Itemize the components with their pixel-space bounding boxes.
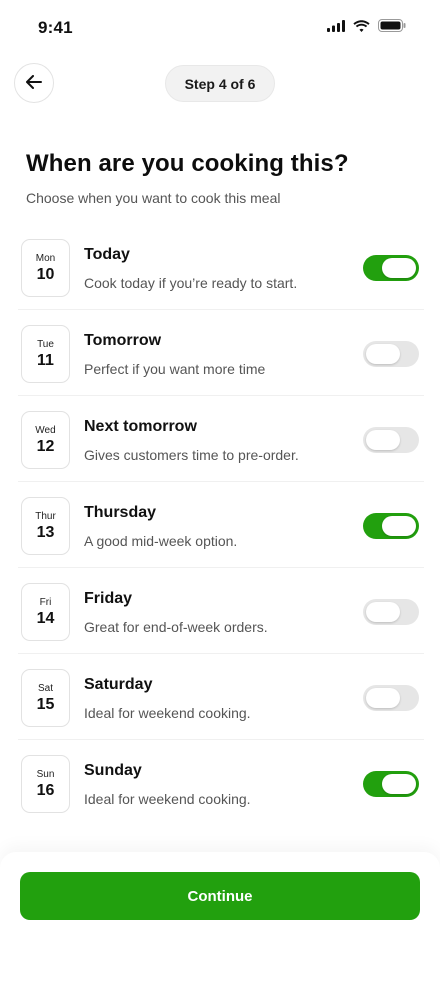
continue-button[interactable]: Continue: [20, 872, 420, 920]
battery-icon: [378, 19, 406, 37]
date-weekday: Sun: [36, 768, 55, 780]
day-description: Perfect if you want more time: [84, 361, 266, 377]
day-toggle[interactable]: [363, 513, 419, 539]
status-time: 9:41: [38, 18, 73, 37]
day-toggle[interactable]: [363, 255, 419, 281]
day-row-thursday[interactable]: Thur 13 Thursday A good mid-week option.: [18, 482, 424, 568]
date-card: Wed 12: [21, 411, 70, 469]
date-weekday: Tue: [37, 338, 54, 350]
date-number: 14: [36, 609, 55, 627]
date-number: 16: [36, 781, 55, 799]
status-icons: [327, 19, 406, 37]
day-description: Ideal for weekend cooking.: [84, 705, 251, 721]
day-description: Gives customers time to pre-order.: [84, 447, 299, 463]
date-weekday: Fri: [39, 596, 52, 608]
day-row-tomorrow[interactable]: Tue 11 Tomorrow Perfect if you want more…: [18, 310, 424, 396]
date-number: 12: [36, 437, 55, 455]
date-card: Sun 16: [21, 755, 70, 813]
date-weekday: Mon: [35, 252, 56, 264]
day-title: Today: [84, 246, 130, 263]
date-card: Tue 11: [21, 325, 70, 383]
day-list: Mon 10 Today Cook today if you’re ready …: [18, 224, 424, 826]
day-toggle[interactable]: [363, 427, 419, 453]
date-weekday: Thur: [35, 510, 56, 522]
date-weekday: Wed: [35, 424, 56, 436]
date-number: 13: [36, 523, 55, 541]
arrow-left-icon: [26, 74, 42, 92]
day-title: Sunday: [84, 762, 142, 779]
toggle-knob: [382, 516, 416, 536]
toggle-knob: [366, 344, 400, 364]
date-number: 10: [36, 265, 55, 283]
day-title: Saturday: [84, 676, 153, 693]
footer: Continue: [0, 852, 440, 984]
day-description: Great for end-of-week orders.: [84, 619, 268, 635]
date-card: Thur 13: [21, 497, 70, 555]
day-toggle[interactable]: [363, 771, 419, 797]
status-bar: 9:41: [0, 0, 440, 54]
day-row-next-tomorrow[interactable]: Wed 12 Next tomorrow Gives customers tim…: [18, 396, 424, 482]
day-toggle[interactable]: [363, 341, 419, 367]
day-title: Next tomorrow: [84, 418, 197, 435]
day-description: Cook today if you’re ready to start.: [84, 275, 298, 291]
toggle-knob: [366, 688, 400, 708]
step-indicator: Step 4 of 6: [165, 65, 275, 102]
date-card: Mon 10: [21, 239, 70, 297]
day-title: Friday: [84, 590, 133, 607]
toggle-knob: [366, 602, 400, 622]
day-description: A good mid-week option.: [84, 533, 238, 549]
day-toggle[interactable]: [363, 599, 419, 625]
day-row-saturday[interactable]: Sat 15 Saturday Ideal for weekend cookin…: [18, 654, 424, 740]
day-row-sunday[interactable]: Sun 16 Sunday Ideal for weekend cooking.: [18, 740, 424, 826]
signal-icon: [327, 19, 345, 37]
date-weekday: Sat: [37, 682, 53, 694]
date-number: 15: [36, 695, 55, 713]
wifi-icon: [353, 19, 370, 37]
date-card: Fri 14: [21, 583, 70, 641]
toggle-knob: [366, 430, 400, 450]
day-row-today[interactable]: Mon 10 Today Cook today if you’re ready …: [18, 224, 424, 310]
day-title: Tomorrow: [84, 332, 162, 349]
toggle-knob: [382, 258, 416, 278]
date-number: 11: [37, 351, 54, 369]
page-title: When are you cooking this?: [26, 150, 349, 177]
back-button[interactable]: [14, 63, 54, 103]
page-subtitle: Choose when you want to cook this meal: [26, 190, 281, 206]
day-row-friday[interactable]: Fri 14 Friday Great for end-of-week orde…: [18, 568, 424, 654]
date-card: Sat 15: [21, 669, 70, 727]
day-description: Ideal for weekend cooking.: [84, 791, 251, 807]
day-title: Thursday: [84, 504, 157, 521]
day-toggle[interactable]: [363, 685, 419, 711]
toggle-knob: [382, 774, 416, 794]
